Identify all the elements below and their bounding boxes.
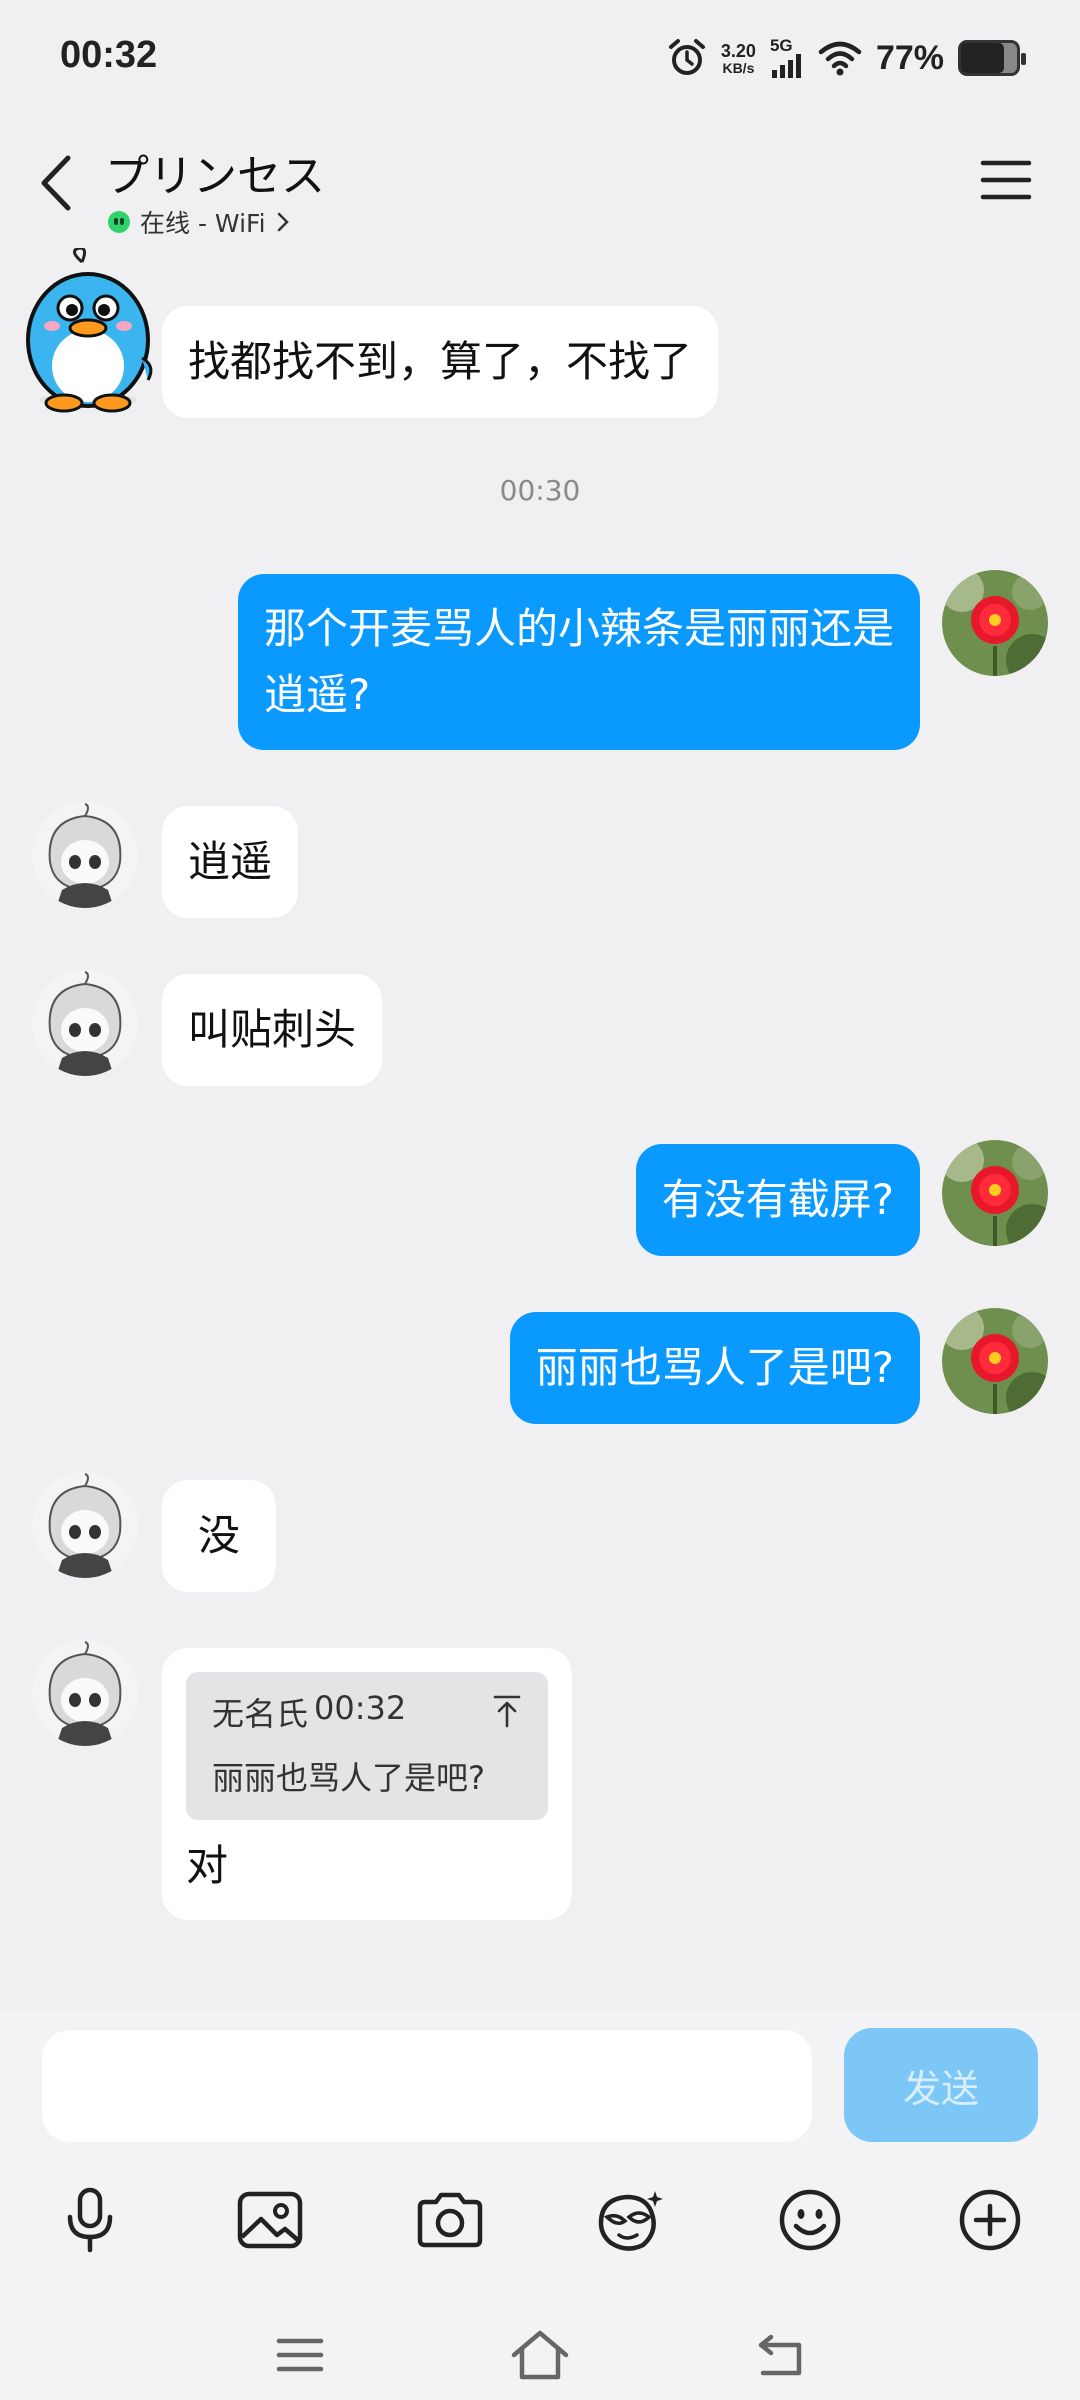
microphone-icon <box>67 2187 113 2253</box>
more-button[interactable] <box>940 2170 1040 2270</box>
emoji-button[interactable] <box>760 2170 860 2270</box>
battery-fill <box>961 43 1005 73</box>
online-status[interactable]: 在线 - WiFi <box>108 204 290 240</box>
speed-value: 3.20 <box>720 41 756 61</box>
chevron-right-icon <box>277 212 289 232</box>
system-navbar <box>0 2310 1080 2400</box>
composer-toolbar <box>0 2170 1080 2270</box>
chevron-left-icon <box>41 155 71 211</box>
network-speed: 3.20 KB/s <box>721 41 756 75</box>
quoted-message[interactable]: 无名氏 00:32 丽丽也骂人了是吧? <box>186 1672 548 1820</box>
message-bubble-incoming[interactable]: 叫贴刺头 <box>162 974 383 1086</box>
message-bubble-incoming[interactable]: 找都找不到，算了，不找了 <box>162 306 719 418</box>
online-dot-icon <box>108 211 130 233</box>
magic-face-icon <box>598 2191 663 2251</box>
status-bar: 00:32 3.20 KB/s 5G 77% <box>0 0 1080 118</box>
message-bubble-reply[interactable]: 无名氏 00:32 丽丽也骂人了是吧? 对 <box>162 1648 572 1920</box>
quote-time: 00:32 <box>314 1689 407 1727</box>
camera-icon <box>417 2192 483 2248</box>
network-type: 5G <box>769 36 793 55</box>
online-status-text: 在线 - WiFi <box>140 209 266 238</box>
menu-icon <box>276 2338 324 2372</box>
magic-face-button[interactable] <box>578 2170 678 2270</box>
status-icons: 3.20 KB/s 5G 77% <box>667 30 1026 86</box>
anime-girl-avatar[interactable] <box>32 1472 138 1578</box>
menu-button[interactable] <box>980 158 1032 202</box>
send-button[interactable]: 发送 <box>844 2028 1038 2142</box>
anime-girl-avatar[interactable] <box>32 1640 138 1746</box>
anime-girl-avatar[interactable] <box>32 970 138 1076</box>
message-bubble-outgoing[interactable]: 有没有截屏? <box>635 1144 920 1256</box>
message-bubble-incoming[interactable]: 没 <box>162 1480 277 1592</box>
quote-sender: 无名氏 <box>212 1695 309 1733</box>
battery-percent: 77% <box>875 38 944 77</box>
flower-avatar[interactable] <box>942 1140 1048 1246</box>
emoji-icon <box>779 2189 841 2251</box>
home-icon <box>511 2330 569 2380</box>
alarm-icon <box>668 39 705 75</box>
message-input[interactable] <box>42 2030 812 2142</box>
status-time: 00:32 <box>60 34 158 76</box>
message-bubble-outgoing[interactable]: 丽丽也骂人了是吧? <box>509 1312 920 1424</box>
camera-button[interactable] <box>400 2170 500 2270</box>
quote-text: 丽丽也骂人了是吧? <box>212 1759 485 1797</box>
message-bubble-outgoing[interactable]: 那个开麦骂人的小辣条是丽丽还是 逍遥? <box>237 574 920 750</box>
nav-recent-button[interactable] <box>260 2320 340 2390</box>
photo-button[interactable] <box>220 2170 320 2270</box>
cell-signal: 5G <box>769 36 804 78</box>
battery-icon <box>958 40 1026 76</box>
image-icon <box>237 2191 303 2249</box>
signal-icon <box>771 54 801 78</box>
message-timestamp: 00:30 <box>499 474 581 507</box>
chat-area[interactable]: 找都找不到，算了，不找了 00:30 那个开麦骂人的小辣条是丽丽还是 逍遥? 逍… <box>0 246 1080 2010</box>
penguin-avatar[interactable] <box>22 246 160 418</box>
contact-name[interactable]: プリンセス <box>105 140 325 204</box>
flower-avatar[interactable] <box>942 570 1048 676</box>
composer: 发送 <box>0 2010 1080 2400</box>
message-line: 那个开麦骂人的小辣条是丽丽还是 <box>263 604 894 653</box>
plus-icon <box>959 2189 1021 2251</box>
back-icon <box>758 2334 802 2376</box>
message-bubble-incoming[interactable]: 逍遥 <box>162 806 299 918</box>
quote-header: 无名氏 00:32 <box>212 1689 522 1734</box>
wifi-icon <box>818 41 862 76</box>
chat-header: プリンセス 在线 - WiFi <box>0 118 1080 248</box>
speed-unit: KB/s <box>722 60 755 76</box>
flower-avatar[interactable] <box>942 1308 1048 1414</box>
hamburger-icon <box>980 160 1032 200</box>
anime-girl-avatar[interactable] <box>32 802 138 908</box>
back-button[interactable] <box>30 148 86 218</box>
message-line: 逍遥? <box>263 670 371 719</box>
reply-text: 对 <box>186 1841 229 1890</box>
jump-to-message-icon[interactable] <box>492 1694 522 1728</box>
nav-back-button[interactable] <box>740 2320 820 2390</box>
voice-button[interactable] <box>40 2170 140 2270</box>
nav-home-button[interactable] <box>500 2320 580 2390</box>
